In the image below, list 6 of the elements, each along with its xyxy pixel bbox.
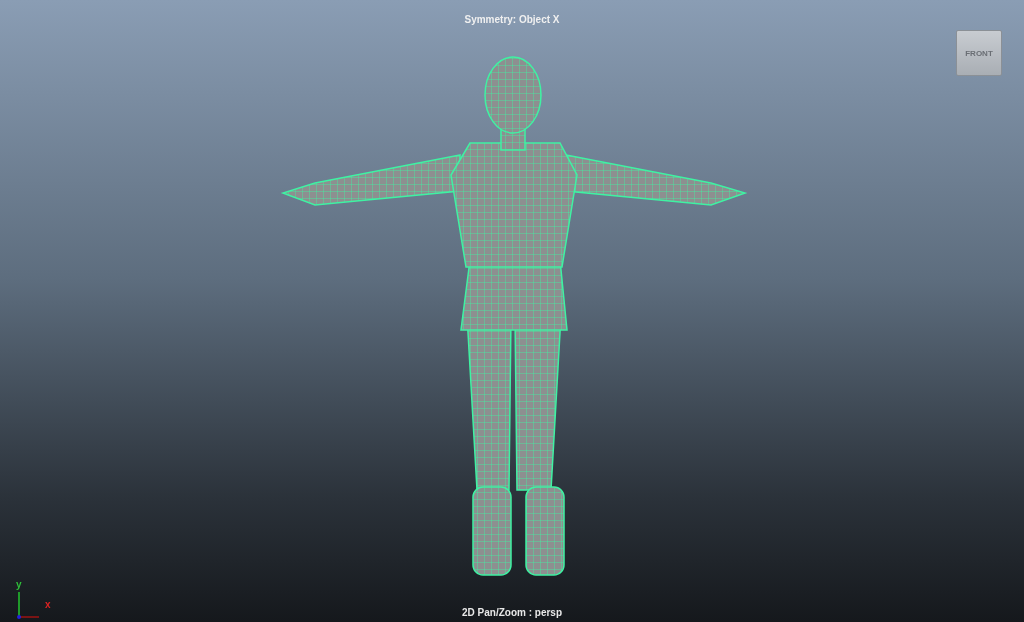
- y-axis-label: y: [16, 580, 22, 590]
- axis-icon: [17, 590, 41, 620]
- camera-label: 2D Pan/Zoom : persp: [462, 607, 562, 618]
- symmetry-message: Symmetry: Object X: [464, 14, 560, 25]
- view-cube[interactable]: FRONT: [956, 30, 1002, 76]
- x-axis-label: x: [45, 600, 51, 610]
